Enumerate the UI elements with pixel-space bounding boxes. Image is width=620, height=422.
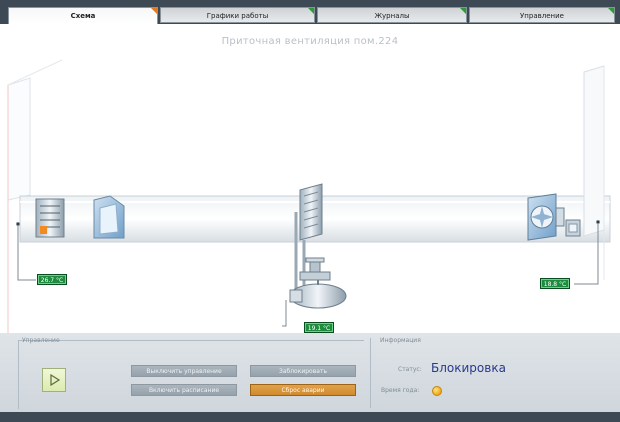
heater-temp-badge: 19.1 °C bbox=[304, 322, 334, 333]
supply-temp-badge: 18.8 °C bbox=[540, 278, 570, 289]
tab-scheme[interactable]: Схема bbox=[8, 7, 158, 24]
control-panel-title: Управление bbox=[22, 337, 60, 344]
tab-schedules-marker bbox=[308, 8, 314, 14]
tab-schedules-label: Графики работы bbox=[206, 12, 269, 20]
status-value: Блокировка bbox=[431, 361, 506, 375]
tab-control-label: Управление bbox=[520, 12, 564, 20]
pump-icon bbox=[289, 257, 347, 309]
tab-logs-marker bbox=[460, 8, 466, 14]
outdoor-temp-badge: 26.7 °C bbox=[37, 274, 67, 285]
panel-divider bbox=[370, 338, 371, 408]
start-button[interactable] bbox=[42, 368, 66, 392]
tab-control[interactable]: Управление bbox=[469, 7, 615, 23]
play-icon bbox=[50, 374, 61, 386]
lock-button[interactable]: Заблокировать bbox=[250, 365, 356, 377]
enable-schedule-button[interactable]: Включить расписание bbox=[131, 384, 237, 396]
tab-logs[interactable]: Журналы bbox=[317, 7, 467, 23]
air-damper-icon bbox=[35, 198, 65, 238]
season-label: Время года: bbox=[381, 387, 420, 394]
ventilation-scheme bbox=[7, 59, 611, 333]
info-panel-title: Информация bbox=[380, 337, 421, 344]
tab-logs-label: Журналы bbox=[374, 12, 410, 20]
season-indicator-icon bbox=[432, 386, 442, 396]
footer-bar bbox=[0, 412, 620, 422]
tab-control-marker bbox=[608, 8, 614, 14]
tab-schedules[interactable]: Графики работы bbox=[160, 7, 315, 23]
tab-scheme-marker bbox=[151, 8, 157, 14]
air-filter-icon bbox=[93, 195, 125, 239]
outlet-duct bbox=[583, 65, 605, 280]
reset-alarm-button[interactable]: Сброс аварии bbox=[250, 384, 356, 396]
disable-control-button[interactable]: Выключить управление bbox=[131, 365, 237, 377]
tab-scheme-label: Схема bbox=[70, 12, 96, 20]
status-label: Статус: bbox=[398, 366, 422, 373]
